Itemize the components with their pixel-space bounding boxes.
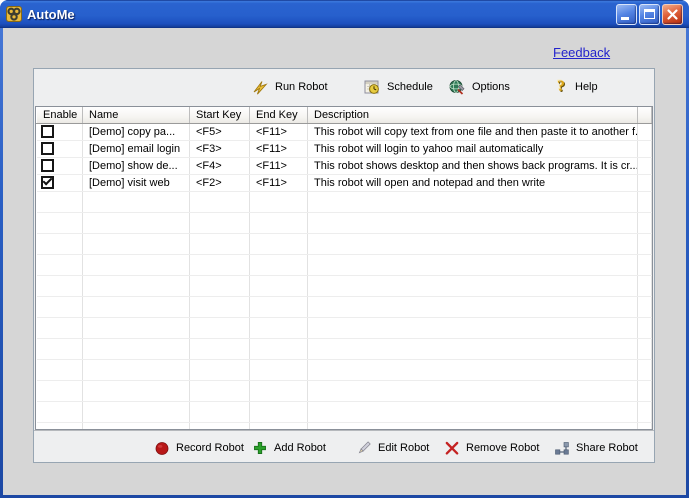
record-icon: [154, 440, 170, 456]
robot-start-key: <F2>: [190, 174, 250, 191]
robot-name: [Demo] show de...: [83, 157, 190, 174]
run-robot-button[interactable]: Run Robot: [252, 76, 328, 98]
share-robot-button[interactable]: Share Robot: [554, 437, 638, 459]
empty-row: [37, 338, 652, 359]
robot-table: Enable Name Start Key End Key Descriptio…: [35, 106, 653, 430]
schedule-icon: [364, 79, 380, 95]
schedule-button[interactable]: Schedule: [364, 76, 433, 98]
robot-start-key: <F3>: [190, 140, 250, 157]
app-icon: [6, 6, 22, 22]
empty-row: [37, 422, 652, 430]
robot-description: This robot will copy text from one file …: [308, 123, 638, 140]
enable-checkbox[interactable]: [41, 176, 54, 189]
enable-checkbox[interactable]: [41, 159, 54, 172]
header-start-key[interactable]: Start Key: [190, 107, 250, 123]
robot-end-key: <F11>: [250, 123, 308, 140]
help-label: Help: [575, 81, 598, 93]
enable-checkbox[interactable]: [41, 125, 54, 138]
add-icon: [252, 440, 268, 456]
robot-description: This robot will open and notepad and the…: [308, 174, 638, 191]
schedule-label: Schedule: [387, 81, 433, 93]
edit-robot-label: Edit Robot: [378, 442, 429, 454]
robot-end-key: <F11>: [250, 157, 308, 174]
close-button[interactable]: [662, 4, 683, 25]
remove-robot-button[interactable]: Remove Robot: [444, 437, 539, 459]
empty-row: [37, 254, 652, 275]
record-robot-label: Record Robot: [176, 442, 244, 454]
empty-row: [37, 233, 652, 254]
table-row[interactable]: [Demo] email login <F3> <F11> This robot…: [37, 140, 652, 157]
empty-row: [37, 296, 652, 317]
table-row[interactable]: [Demo] copy pa... <F5> <F11> This robot …: [37, 123, 652, 140]
bottom-action-bar: Record Robot Add Robot: [34, 430, 654, 462]
remove-robot-label: Remove Robot: [466, 442, 539, 454]
empty-row: [37, 191, 652, 212]
robot-name: [Demo] email login: [83, 140, 190, 157]
edit-robot-button[interactable]: Edit Robot: [356, 437, 429, 459]
empty-row: [37, 380, 652, 401]
help-button[interactable]: ? Help: [554, 76, 598, 98]
close-icon: [665, 7, 680, 25]
window-body: Feedback Run Robot: [3, 28, 686, 495]
robot-name: [Demo] visit web: [83, 174, 190, 191]
record-robot-button[interactable]: Record Robot: [154, 437, 244, 459]
table-header-row: Enable Name Start Key End Key Descriptio…: [37, 107, 652, 123]
options-button[interactable]: Options: [449, 76, 510, 98]
run-robot-icon: [252, 79, 268, 95]
add-robot-label: Add Robot: [274, 442, 326, 454]
options-icon: [449, 79, 465, 95]
header-enable[interactable]: Enable: [37, 107, 83, 123]
robot-name: [Demo] copy pa...: [83, 123, 190, 140]
share-robot-label: Share Robot: [576, 442, 638, 454]
robot-end-key: <F11>: [250, 140, 308, 157]
header-description[interactable]: Description: [308, 107, 638, 123]
minimize-icon: [621, 17, 629, 20]
robot-start-key: <F5>: [190, 123, 250, 140]
remove-icon: [444, 440, 460, 456]
header-filler: [638, 107, 652, 123]
options-label: Options: [472, 81, 510, 93]
empty-row: [37, 401, 652, 422]
empty-row: [37, 359, 652, 380]
empty-row: [37, 275, 652, 296]
titlebar: AutoMe: [0, 0, 689, 28]
share-icon: [554, 440, 570, 456]
window-title: AutoMe: [27, 7, 611, 22]
autome-window: AutoMe Feedback: [0, 0, 689, 498]
add-robot-button[interactable]: Add Robot: [252, 437, 326, 459]
main-panel: Run Robot Schedule: [33, 68, 655, 463]
table-row[interactable]: [Demo] visit web <F2> <F11> This robot w…: [37, 174, 652, 191]
edit-icon: [356, 440, 372, 456]
empty-row: [37, 317, 652, 338]
robot-description: This robot will login to yahoo mail auto…: [308, 140, 638, 157]
robot-description: This robot shows desktop and then shows …: [308, 157, 638, 174]
maximize-icon: [644, 9, 655, 19]
help-icon: ?: [554, 78, 568, 96]
header-end-key[interactable]: End Key: [250, 107, 308, 123]
minimize-button[interactable]: [616, 4, 637, 25]
feedback-link[interactable]: Feedback: [553, 45, 610, 60]
maximize-button[interactable]: [639, 4, 660, 25]
robot-end-key: <F11>: [250, 174, 308, 191]
run-robot-label: Run Robot: [275, 81, 328, 93]
enable-checkbox[interactable]: [41, 142, 54, 155]
empty-row: [37, 212, 652, 233]
table-row[interactable]: [Demo] show de... <F4> <F11> This robot …: [37, 157, 652, 174]
header-name[interactable]: Name: [83, 107, 190, 123]
robot-start-key: <F4>: [190, 157, 250, 174]
